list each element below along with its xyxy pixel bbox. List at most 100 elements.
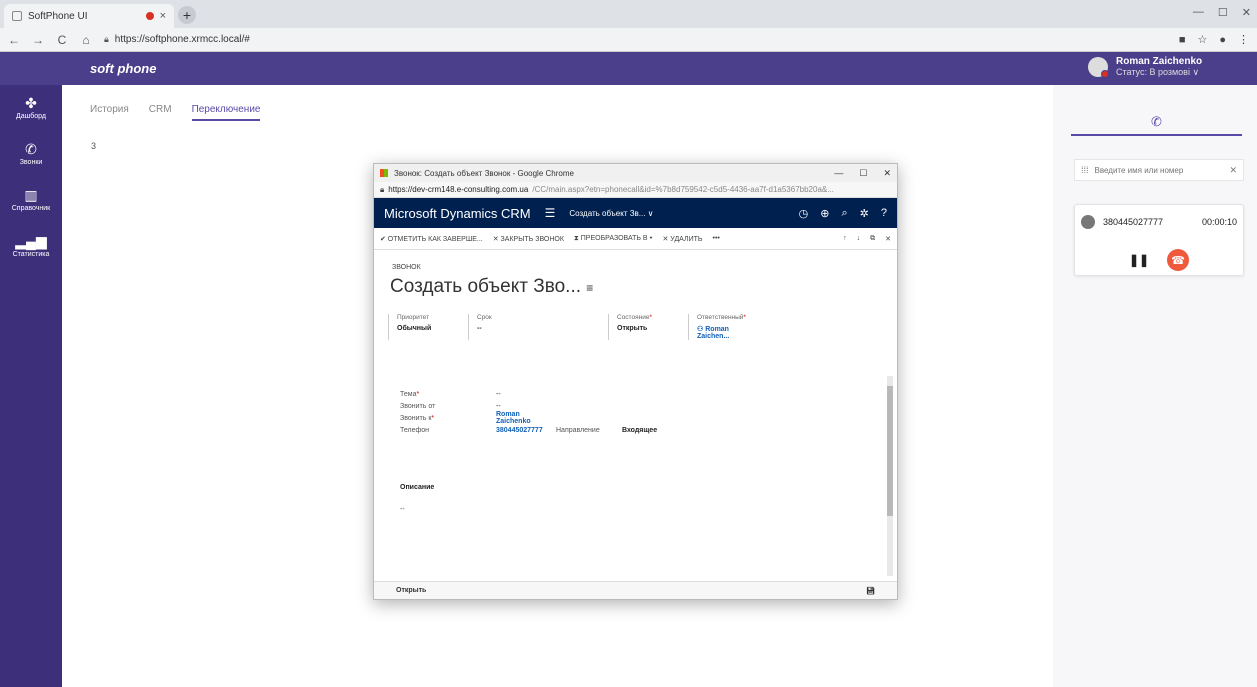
form-scroll-thumb[interactable] bbox=[887, 386, 893, 516]
popup-url-bar[interactable]: 🔒︎ https://dev-crm148.e-consulting.com.u… bbox=[374, 182, 897, 198]
previous-record-icon[interactable]: ↑ bbox=[843, 235, 847, 242]
due-field[interactable]: Срок -- bbox=[468, 314, 608, 340]
description-label: Описание bbox=[400, 484, 435, 491]
record-title: Создать объект Зво... ≡ bbox=[390, 276, 594, 297]
crm-breadcrumb[interactable]: Создать объект Зв... ∨ bbox=[569, 209, 784, 218]
popup-title-bar: Звонок: Создать объект Звонок - Google C… bbox=[374, 164, 897, 182]
convert-button[interactable]: ⧗ ПРЕОБРАЗОВАТЬ В ▾ bbox=[574, 235, 653, 243]
sidebar-item-dashboard[interactable]: ✤ Дашборд bbox=[0, 85, 62, 131]
main-tabs: История CRM Переключение bbox=[90, 104, 261, 121]
mark-complete-button[interactable]: ✔ ОТМЕТИТЬ КАК ЗАВЕРШЕ... bbox=[380, 235, 483, 243]
delete-button[interactable]: ✕ УДАЛИТЬ bbox=[663, 235, 703, 243]
sidebar-item-statistics[interactable]: ▂▄▆ Статистика bbox=[0, 223, 62, 269]
reload-icon[interactable]: C bbox=[56, 33, 68, 47]
home-icon[interactable]: ⌂ bbox=[80, 33, 92, 47]
to-row[interactable]: Звонить к* Roman Zaichenko bbox=[400, 411, 657, 425]
app-brand: soft phone bbox=[90, 61, 157, 76]
owner-field[interactable]: Ответственный* ⚇ Roman Zaichen... bbox=[688, 314, 768, 340]
crm-form-body: ЗВОНОК Создать объект Зво... ≡ Приоритет… bbox=[374, 250, 897, 600]
camera-icon[interactable]: ■ bbox=[1179, 34, 1186, 46]
phone-tab[interactable]: ✆ bbox=[1071, 110, 1242, 136]
next-record-icon[interactable]: ↓ bbox=[857, 235, 861, 242]
call-duration: 00:00:10 bbox=[1201, 217, 1237, 227]
caller-avatar bbox=[1081, 215, 1095, 229]
crm-brand[interactable]: Microsoft Dynamics CRM bbox=[384, 206, 531, 221]
clear-search-icon[interactable]: ✕ bbox=[1229, 165, 1237, 176]
search-input[interactable] bbox=[1094, 165, 1224, 175]
status-field[interactable]: Состояние* Открыть bbox=[608, 314, 688, 340]
crm-footer: Открыть 💾︎ bbox=[374, 581, 897, 599]
dynamics-logo-icon bbox=[380, 169, 388, 177]
back-icon[interactable]: ← bbox=[8, 33, 20, 47]
more-commands-button[interactable]: ••• bbox=[713, 235, 720, 242]
popup-title: Звонок: Создать объект Звонок - Google C… bbox=[394, 168, 574, 178]
hangup-button[interactable]: ☎ bbox=[1167, 249, 1190, 271]
sidebar-item-label: Звонки bbox=[19, 159, 43, 166]
popup-url-domain: https://dev-crm148.e-consulting.com.ua bbox=[388, 185, 529, 194]
phone-row[interactable]: Телефон 380445027777 Направление Входяще… bbox=[400, 424, 657, 436]
bookmark-star-icon[interactable]: ☆ bbox=[1197, 33, 1207, 46]
user-icon: ⚇ bbox=[697, 326, 704, 333]
description-value[interactable]: -- bbox=[400, 506, 405, 513]
user-status-dropdown[interactable]: Статус: В розмові ∨ bbox=[1116, 67, 1202, 78]
create-icon[interactable]: ⊕ bbox=[820, 207, 829, 220]
caller-number: 380445027777 bbox=[1103, 217, 1164, 227]
sidebar-item-label: Дашборд bbox=[16, 113, 46, 120]
active-call-card: 380445027777 00:00:10 ❚❚ ☎ bbox=[1074, 204, 1244, 276]
address-bar: ← → C ⌂ 🔒︎ https://softphone.xrmcc.local… bbox=[0, 28, 1257, 52]
tab-title: SoftPhone UI bbox=[28, 10, 88, 22]
popup-minimize-icon[interactable]: — bbox=[834, 168, 843, 179]
form-selector-icon[interactable]: ≡ bbox=[586, 281, 593, 295]
close-form-icon[interactable]: ✕ bbox=[885, 235, 891, 243]
menu-kebab-icon[interactable]: ⋮ bbox=[1238, 33, 1249, 46]
help-icon[interactable]: ? bbox=[881, 207, 887, 220]
sidebar-item-directory[interactable]: ▥ Справочник bbox=[0, 177, 62, 223]
hamburger-menu-icon[interactable]: ☰ bbox=[545, 206, 556, 220]
book-icon: ▥ bbox=[24, 187, 38, 203]
popup-maximize-icon[interactable]: ☐ bbox=[859, 168, 867, 179]
extension-icon[interactable]: ● bbox=[1219, 34, 1226, 46]
priority-field[interactable]: Приоритет Обычный bbox=[388, 314, 468, 340]
user-name: Roman Zaichenko bbox=[1116, 56, 1203, 67]
minimize-icon[interactable]: — bbox=[1193, 6, 1204, 19]
maximize-icon[interactable]: ☐ bbox=[1218, 6, 1228, 19]
forward-icon[interactable]: → bbox=[32, 33, 44, 47]
browser-tab[interactable]: SoftPhone UI × bbox=[4, 4, 174, 28]
tab-history[interactable]: История bbox=[90, 104, 129, 121]
sidebar-item-label: Справочник bbox=[11, 205, 51, 212]
footer-status: Открыть bbox=[396, 587, 427, 594]
phone-icon: ✆ bbox=[1151, 114, 1162, 129]
keypad-icon[interactable]: ⁞⁞⁞ bbox=[1081, 165, 1089, 175]
sidebar-item-calls[interactable]: ✆ Звонки bbox=[0, 131, 62, 177]
new-tab-button[interactable]: + bbox=[178, 6, 196, 24]
crm-command-bar: ✔ ОТМЕТИТЬ КАК ЗАВЕРШЕ... ✕ ЗАКРЫТЬ ЗВОН… bbox=[374, 228, 897, 250]
user-menu[interactable]: Roman Zaichenko Статус: В розмові ∨ bbox=[1088, 56, 1202, 78]
form-fields: Тема* -- Звонить от -- Звонить к* Roman … bbox=[400, 388, 657, 436]
close-window-icon[interactable]: ✕ bbox=[1242, 6, 1251, 19]
popup-url-path: /CC/main.aspx?etn=phonecall&id=%7b8d7595… bbox=[532, 185, 834, 194]
bar-chart-icon: ▂▄▆ bbox=[15, 233, 47, 249]
tab-crm[interactable]: CRM bbox=[149, 104, 172, 121]
page-favicon-icon bbox=[12, 11, 22, 21]
hold-button[interactable]: ❚❚ bbox=[1129, 253, 1149, 267]
item-count: 3 bbox=[91, 141, 97, 151]
contact-search: ⁞⁞⁞ ✕ bbox=[1074, 159, 1244, 181]
recording-indicator-icon bbox=[145, 12, 154, 20]
tab-close-icon[interactable]: × bbox=[160, 10, 166, 22]
left-sidebar: ✤ Дашборд ✆ Звонки ▥ Справочник ▂▄▆ Стат… bbox=[0, 85, 62, 687]
header-fields: Приоритет Обычный Срок -- Состояние* Отк… bbox=[388, 314, 768, 340]
close-call-button[interactable]: ✕ ЗАКРЫТЬ ЗВОНОК bbox=[493, 235, 564, 243]
crm-navbar: Microsoft Dynamics CRM ☰ Создать объект … bbox=[374, 198, 897, 228]
recent-icon[interactable]: ◷ bbox=[799, 207, 809, 220]
window-controls: — ☐ ✕ bbox=[1193, 6, 1251, 19]
avatar bbox=[1088, 57, 1109, 78]
popout-icon[interactable]: ⧉ bbox=[870, 235, 875, 243]
popup-close-icon[interactable]: ✕ bbox=[883, 168, 891, 179]
url-text: https://softphone.xrmcc.local/# bbox=[114, 34, 250, 45]
save-icon[interactable]: 💾︎ bbox=[866, 587, 875, 595]
subject-row[interactable]: Тема* -- bbox=[400, 388, 657, 400]
gear-icon[interactable]: ✲ bbox=[860, 207, 869, 220]
search-icon[interactable]: ⌕ bbox=[841, 207, 847, 220]
tab-switching[interactable]: Переключение bbox=[191, 104, 261, 121]
url-field[interactable]: 🔒︎ https://softphone.xrmcc.local/# bbox=[104, 34, 1167, 45]
